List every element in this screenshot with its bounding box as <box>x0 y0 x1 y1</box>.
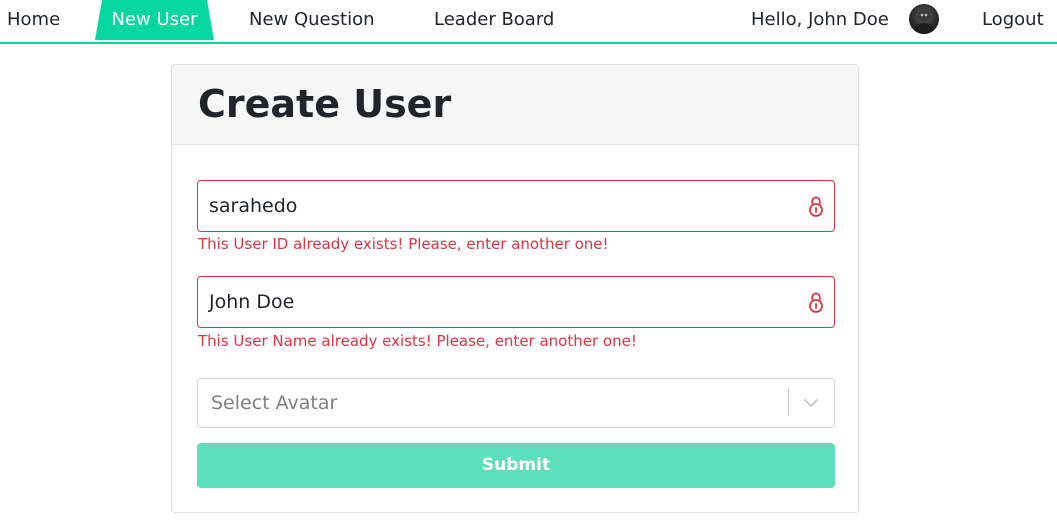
avatar <box>909 4 939 34</box>
nav-new-user-label: New User <box>111 9 198 30</box>
submit-button[interactable]: Submit <box>197 443 835 488</box>
create-user-card: Create User sarahedo This User ID alread… <box>171 64 859 513</box>
user-id-value: sarahedo <box>209 195 298 217</box>
user-greeting: Hello, John Doe <box>751 9 889 30</box>
user-id-field[interactable]: sarahedo <box>197 180 835 232</box>
user-id-error-message: This User ID already exists! Please, ent… <box>198 235 609 253</box>
logout-link[interactable]: Logout <box>982 0 1044 42</box>
chevron-down-icon[interactable] <box>802 394 820 412</box>
select-divider <box>788 389 789 416</box>
avatar-icon <box>914 10 934 34</box>
user-name-field[interactable]: John Doe <box>197 276 835 328</box>
card-header: Create User <box>172 65 858 145</box>
nav-new-user-tab[interactable]: New User <box>95 0 214 42</box>
lock-icon <box>809 292 823 313</box>
user-name-error-message: This User Name already exists! Please, e… <box>198 332 637 350</box>
nav-home-link[interactable]: Home <box>7 0 60 42</box>
lock-icon <box>809 196 823 217</box>
avatar-select-placeholder: Select Avatar <box>211 392 338 414</box>
avatar-select[interactable]: Select Avatar <box>197 378 835 428</box>
page-title: Create User <box>198 82 452 126</box>
user-name-value: John Doe <box>209 291 295 313</box>
nav-new-question-link[interactable]: New Question <box>249 0 375 42</box>
top-nav: Home New User New Question Leader Board … <box>0 0 1057 44</box>
nav-leader-board-link[interactable]: Leader Board <box>434 0 554 42</box>
